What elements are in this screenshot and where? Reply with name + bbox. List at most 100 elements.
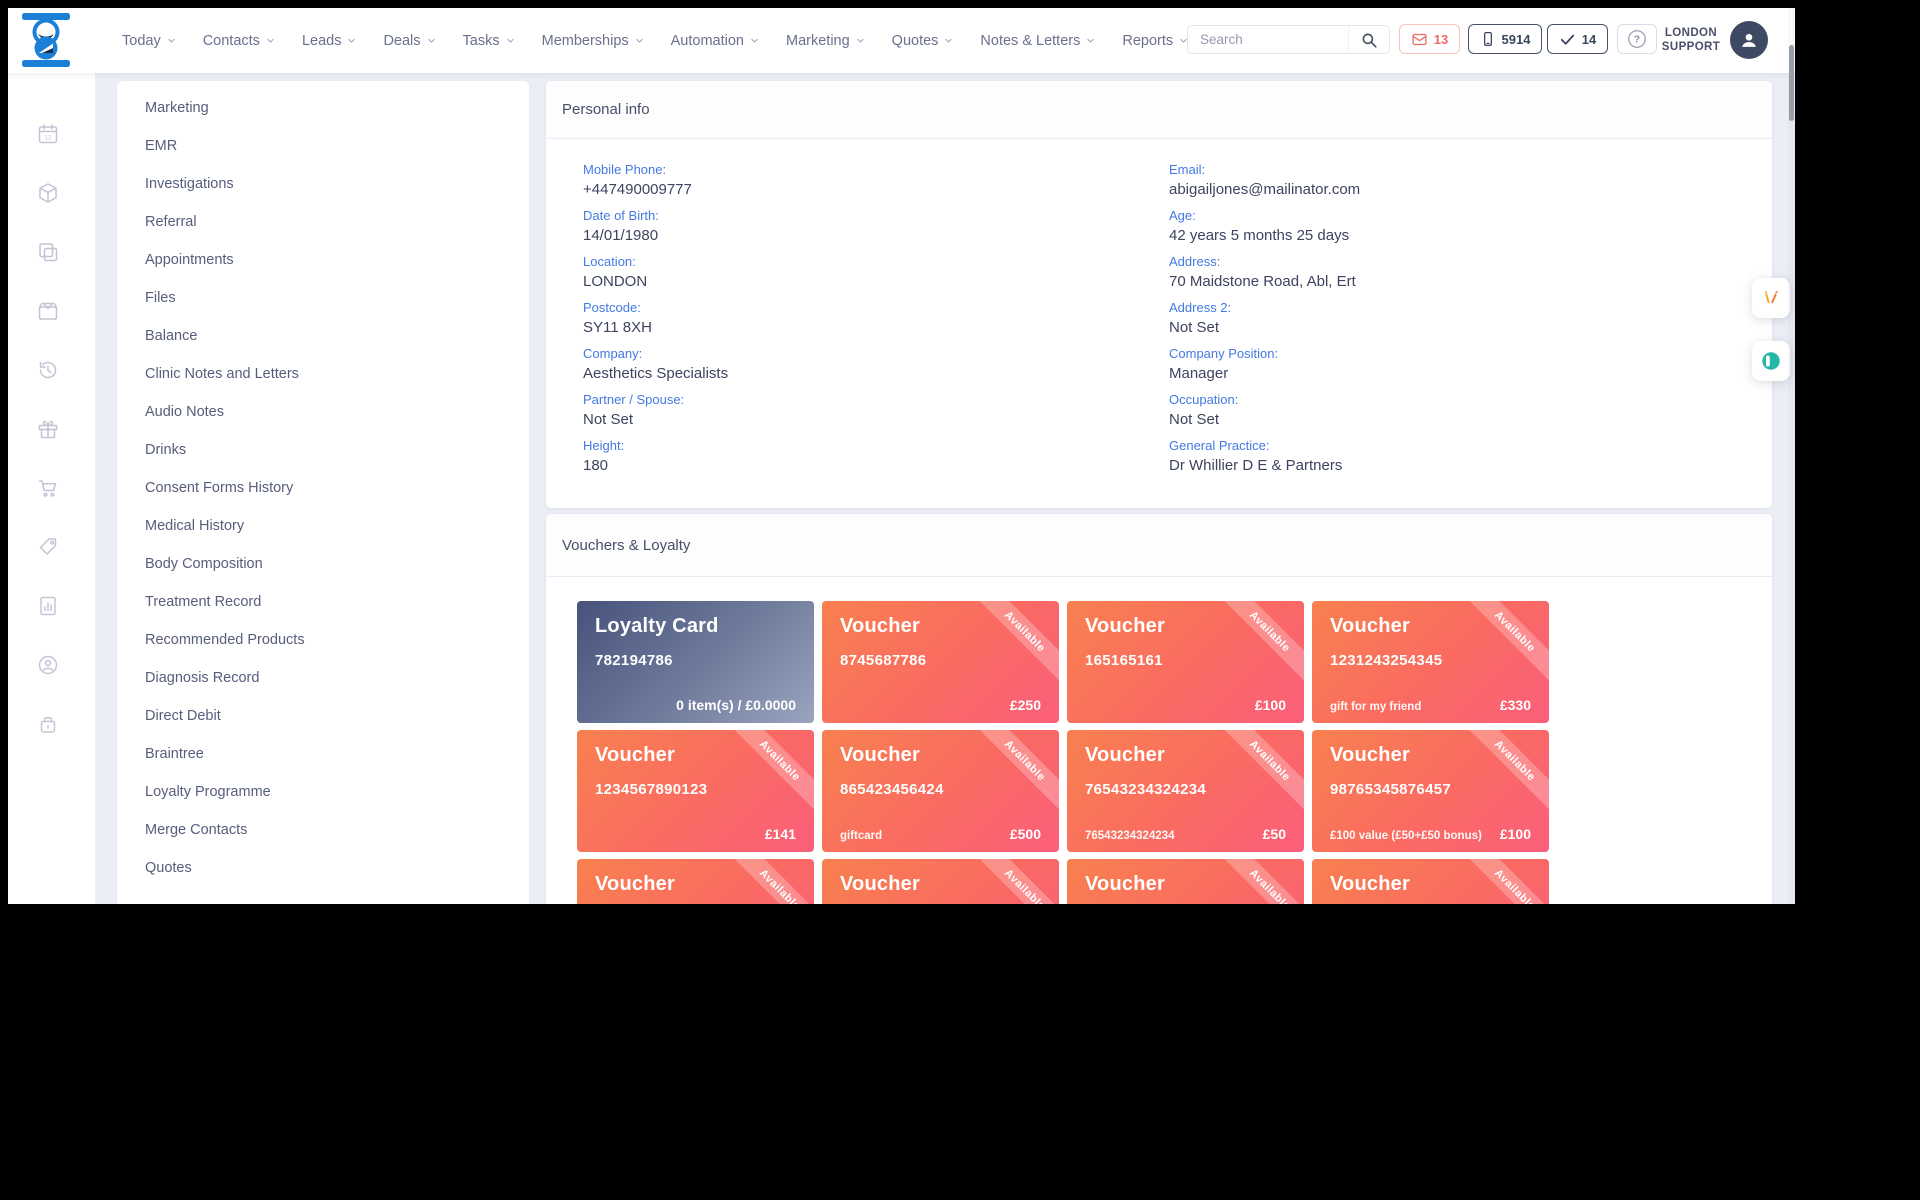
voucher-tile[interactable]: VoucherAvailable xyxy=(822,859,1059,904)
tile-bottom-row: £250 xyxy=(840,697,1041,713)
nav-label: Reports xyxy=(1122,33,1173,49)
sidebar-item-diagnosis-record[interactable]: Diagnosis Record xyxy=(117,659,529,697)
search-icon[interactable] xyxy=(1348,26,1389,53)
chevron-down-icon xyxy=(266,33,275,49)
voucher-tile[interactable]: Voucher165165161£100Available xyxy=(1067,601,1304,723)
voucher-tile[interactable]: Voucher1231243254345gift for my friend£3… xyxy=(1312,601,1549,723)
voucher-tile[interactable]: Voucher7654323432423476543234324234£50Av… xyxy=(1067,730,1304,852)
phone-badge[interactable]: 5914 xyxy=(1468,24,1542,54)
search-input[interactable] xyxy=(1188,32,1348,47)
field-value: Manager xyxy=(1169,365,1360,382)
sidebar-item-label: Appointments xyxy=(145,252,234,268)
field-label: Date of Birth: xyxy=(583,208,728,223)
help-button[interactable]: ? xyxy=(1617,24,1657,54)
user-name[interactable]: LONDON SUPPORT xyxy=(1658,26,1724,54)
copy-icon[interactable] xyxy=(36,240,60,264)
sidebar-item-loyalty-programme[interactable]: Loyalty Programme xyxy=(117,773,529,811)
sidebar-item-balance[interactable]: Balance xyxy=(117,317,529,355)
tile-number: 8745687786 xyxy=(840,652,1041,669)
gift-icon[interactable] xyxy=(36,417,60,441)
nav-label: Marketing xyxy=(786,33,850,49)
tasks-badge[interactable]: 14 xyxy=(1547,24,1608,54)
sidebar-item-quotes[interactable]: Quotes xyxy=(117,849,529,887)
svg-text:?: ? xyxy=(1634,35,1640,46)
check-icon xyxy=(1559,31,1576,48)
sidebar-item-files[interactable]: Files xyxy=(117,279,529,317)
field-company: Company:Aesthetics Specialists xyxy=(583,346,728,382)
sidebar-item-referral[interactable]: Referral xyxy=(117,203,529,241)
sidebar-item-braintree[interactable]: Braintree xyxy=(117,735,529,773)
sidebar-item-drinks[interactable]: Drinks xyxy=(117,431,529,469)
nav-today[interactable]: Today xyxy=(122,33,176,49)
tile-number: 1231243254345 xyxy=(1330,652,1531,669)
sidebar-item-audio-notes[interactable]: Audio Notes xyxy=(117,393,529,431)
tile-bottom-row: £141 xyxy=(595,826,796,842)
field-value: SY11 8XH xyxy=(583,319,728,336)
field-value: 14/01/1980 xyxy=(583,227,728,244)
nav-contacts[interactable]: Contacts xyxy=(203,33,275,49)
field-value: Not Set xyxy=(1169,411,1360,428)
voucher-tile[interactable]: Voucher1234567890123£141Available xyxy=(577,730,814,852)
sidebar-item-emr[interactable]: EMR xyxy=(117,127,529,165)
field-label: Partner / Spouse: xyxy=(583,392,728,407)
mail-badge[interactable]: 13 xyxy=(1399,24,1460,54)
package-icon[interactable] xyxy=(36,181,60,205)
chevron-down-icon xyxy=(635,33,644,49)
tile-amount: £100 xyxy=(1255,697,1286,713)
nav-marketing[interactable]: Marketing xyxy=(786,33,865,49)
tile-number: 76543234324234 xyxy=(1085,781,1286,798)
sidebar-item-direct-debit[interactable]: Direct Debit xyxy=(117,697,529,735)
app-logo-icon[interactable] xyxy=(21,12,71,68)
sidebar-item-recommended-products[interactable]: Recommended Products xyxy=(117,621,529,659)
report-icon[interactable] xyxy=(36,594,60,618)
nav-tasks[interactable]: Tasks xyxy=(463,33,515,49)
voucher-tile[interactable]: Voucher98765345876457£100 value (£50+£50… xyxy=(1312,730,1549,852)
sidebar-item-appointments[interactable]: Appointments xyxy=(117,241,529,279)
personal-info-right-column: Email:abigailjones@mailinator.comAge:42 … xyxy=(1169,162,1360,484)
calendar-icon[interactable]: 12 xyxy=(36,122,60,146)
sidebar-item-medical-history[interactable]: Medical History xyxy=(117,507,529,545)
scrollbar-thumb[interactable] xyxy=(1789,45,1794,121)
box-icon[interactable] xyxy=(36,299,60,323)
sidebar-item-marketing[interactable]: Marketing xyxy=(117,89,529,127)
voucher-tile[interactable]: VoucherAvailable xyxy=(1312,859,1549,904)
nav-reports[interactable]: Reports xyxy=(1122,33,1188,49)
nav-notes-letters[interactable]: Notes & Letters xyxy=(980,33,1095,49)
nav-memberships[interactable]: Memberships xyxy=(542,33,644,49)
voucher-tile[interactable]: Voucher865423456424giftcard£500Available xyxy=(822,730,1059,852)
field-general-practice: General Practice:Dr Whillier D E & Partn… xyxy=(1169,438,1360,474)
sidebar-item-investigations[interactable]: Investigations xyxy=(117,165,529,203)
voucher-tile[interactable]: Voucher8745687786£250Available xyxy=(822,601,1059,723)
global-search xyxy=(1187,25,1390,54)
chat-widget-button[interactable] xyxy=(1752,341,1790,381)
voucher-tile[interactable]: VoucherAvailable xyxy=(577,859,814,904)
loyalty-card-tile[interactable]: Loyalty Card7821947860 item(s) / £0.0000 xyxy=(577,601,814,723)
sidebar-item-label: Merge Contacts xyxy=(145,822,247,838)
sidebar-item-merge-contacts[interactable]: Merge Contacts xyxy=(117,811,529,849)
cart-icon[interactable] xyxy=(36,476,60,500)
sidebar-item-consent-forms-history[interactable]: Consent Forms History xyxy=(117,469,529,507)
sidebar-item-treatment-record[interactable]: Treatment Record xyxy=(117,583,529,621)
client-icon[interactable] xyxy=(36,653,60,677)
nav-automation[interactable]: Automation xyxy=(671,33,759,49)
tile-number: 98765345876457 xyxy=(1330,781,1531,798)
sidebar-item-body-composition[interactable]: Body Composition xyxy=(117,545,529,583)
field-label: Location: xyxy=(583,254,728,269)
tag-icon[interactable] xyxy=(36,535,60,559)
nav-leads[interactable]: Leads xyxy=(302,33,357,49)
notifications-icon xyxy=(1761,288,1781,308)
field-address: Address:70 Maidstone Road, Abl, Ert xyxy=(1169,254,1360,290)
lock-icon[interactable] xyxy=(36,712,60,736)
whats-new-button[interactable] xyxy=(1752,278,1790,318)
nav-quotes[interactable]: Quotes xyxy=(892,33,954,49)
nav-deals[interactable]: Deals xyxy=(383,33,435,49)
history-icon[interactable] xyxy=(36,358,60,382)
field-value: LONDON xyxy=(583,273,728,290)
nav-label: Automation xyxy=(671,33,744,49)
field-value: 70 Maidstone Road, Abl, Ert xyxy=(1169,273,1360,290)
voucher-tile[interactable]: VoucherAvailable xyxy=(1067,859,1304,904)
scrollbar-track[interactable] xyxy=(1788,8,1795,904)
tile-title: Loyalty Card xyxy=(595,615,796,638)
sidebar-item-clinic-notes-and-letters[interactable]: Clinic Notes and Letters xyxy=(117,355,529,393)
avatar[interactable] xyxy=(1730,21,1768,59)
